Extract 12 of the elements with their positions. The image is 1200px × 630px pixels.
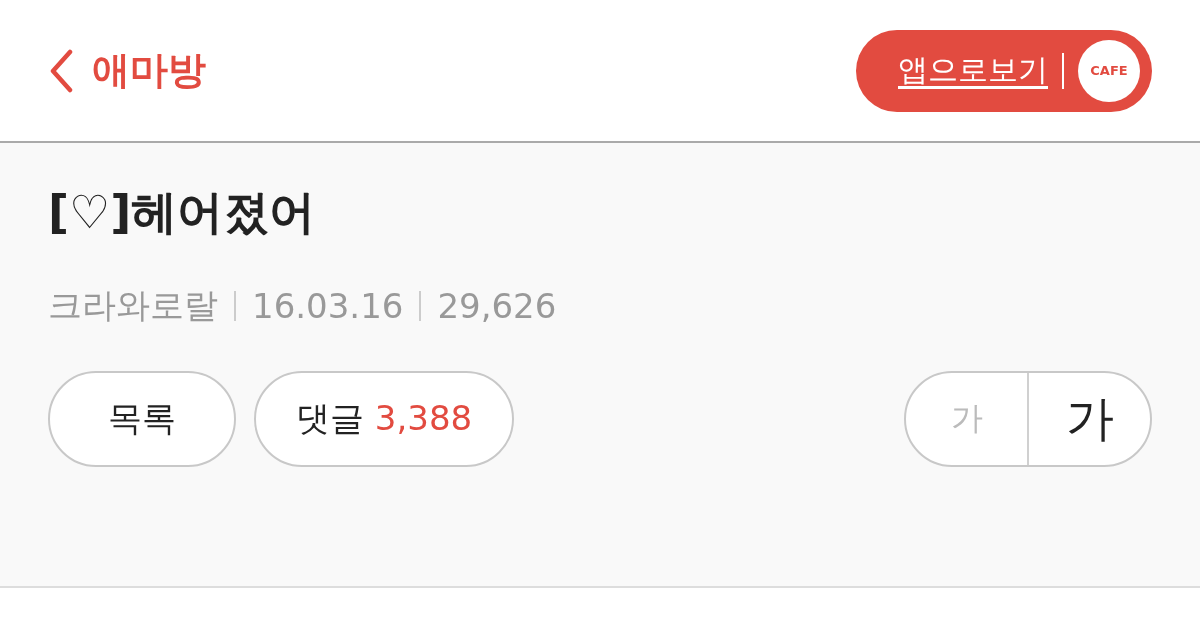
cafe-name: 애마방 <box>92 47 206 94</box>
font-size-button[interactable]: 가 <box>1027 372 1150 465</box>
cafe-logo-icon: CAFE <box>1078 39 1140 102</box>
comments-button[interactable]: 댓글 3,388 <box>254 370 515 467</box>
back-icon <box>48 48 74 93</box>
view-count: 29,626 <box>437 285 557 326</box>
back-link[interactable]: 애마방 <box>48 45 206 96</box>
author-name: 크라와로랄 <box>48 283 218 327</box>
post-date: 16.03.16 <box>252 285 404 326</box>
open-in-app-button[interactable]: 앱으로보기 CAFE <box>856 29 1152 112</box>
post-title: [♡]헤어졌어 <box>48 184 317 241</box>
list-button[interactable]: 목록 <box>48 370 236 467</box>
